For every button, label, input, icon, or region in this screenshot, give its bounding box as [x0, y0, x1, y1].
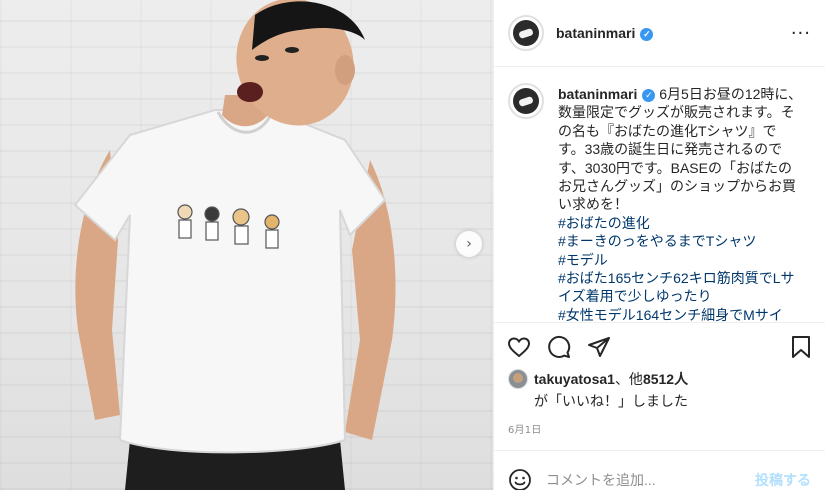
share-icon[interactable] [587, 335, 611, 359]
likes-count[interactable]: 8512人 [643, 369, 688, 389]
liker-username[interactable]: takuyatosa1 [534, 371, 615, 387]
likes-summary: takuyatosa1 、他 8512人 [494, 363, 825, 389]
caption-username[interactable]: bataninmari [558, 86, 637, 102]
comment-bar: 投稿する [494, 451, 825, 490]
hashtag[interactable]: #女性モデル164センチ細身でMサイ [558, 306, 810, 322]
hashtag[interactable]: #おばたの進化 [558, 214, 810, 232]
hashtag[interactable]: #まーきのっをやるまでTシャツ [558, 232, 810, 250]
post-panel: bataninmari ✓ ··· bataninmari ✓ 6月5日お昼の12時… [493, 0, 825, 490]
header-username[interactable]: bataninmari ✓ [556, 25, 654, 41]
hashtag[interactable]: #おばた165センチ62キロ筋肉質でLサ [558, 269, 810, 287]
hashtag[interactable]: #モデル [558, 251, 810, 269]
caption-text: bataninmari ✓ 6月5日お昼の12時に、 数量限定でグッズが販売されま… [558, 85, 810, 322]
caption-avatar[interactable] [508, 83, 544, 119]
likes-suffix: が「いいね！」しました [534, 393, 688, 409]
comment-input[interactable] [546, 472, 755, 488]
person-in-tshirt-image [73, 0, 396, 490]
heart-icon[interactable] [507, 335, 531, 359]
caption-area: bataninmari ✓ 6月5日お昼の12時に、 数量限定でグッズが販売されま… [494, 67, 825, 323]
liker-avatar[interactable] [508, 369, 528, 389]
action-bar [494, 323, 825, 363]
emoji-icon[interactable] [508, 468, 532, 490]
caption-verified-badge-icon: ✓ [642, 88, 656, 102]
profile-avatar[interactable] [508, 15, 544, 51]
verified-badge-icon: ✓ [640, 28, 654, 41]
more-options-icon[interactable]: ··· [791, 23, 811, 44]
hashtag[interactable]: イズ着用で少しゆったり [558, 287, 810, 305]
post-photo[interactable]: › [0, 0, 493, 490]
bookmark-icon[interactable] [789, 335, 813, 359]
post-header: bataninmari ✓ ··· [494, 0, 825, 67]
next-image-button[interactable]: › [456, 231, 482, 257]
comment-icon[interactable] [547, 335, 571, 359]
post-comment-button[interactable]: 投稿する [755, 470, 811, 490]
post-date[interactable]: 6月1日 [494, 411, 825, 451]
